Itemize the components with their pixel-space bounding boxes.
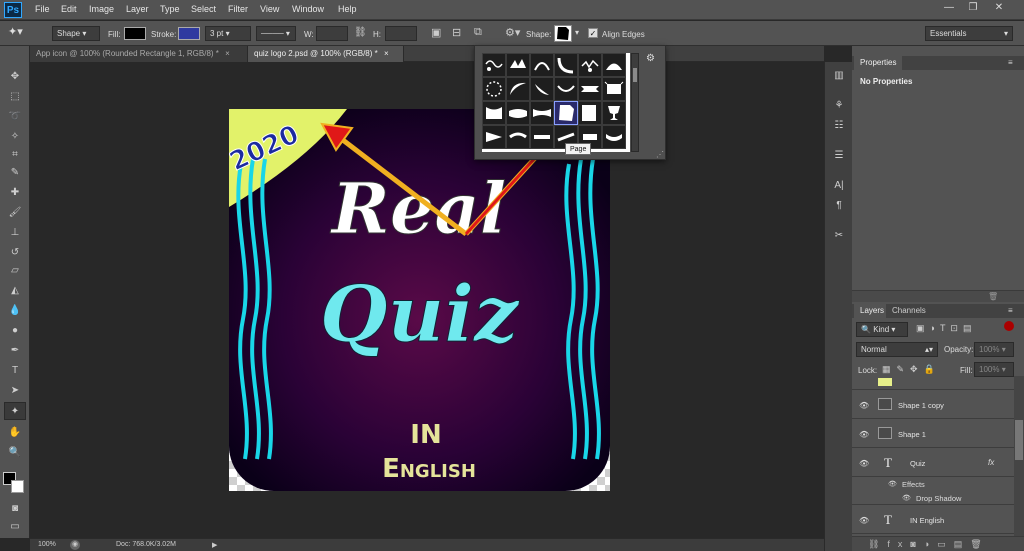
shape-cell[interactable] xyxy=(530,53,554,77)
shape-cell[interactable] xyxy=(602,101,626,125)
layers-scrollbar[interactable] xyxy=(1014,376,1024,536)
layer-name: Quiz xyxy=(910,459,926,468)
resize-grip-icon[interactable]: ⋰ xyxy=(656,150,664,159)
shape-tooltip: Page xyxy=(565,143,592,155)
properties-message: No Properties xyxy=(860,77,913,86)
shape-layer-thumbnail xyxy=(878,427,892,439)
shape-cell[interactable] xyxy=(578,101,602,125)
layer-filter-icons[interactable]: ▣◑T⊡▤ xyxy=(916,323,976,334)
shape-grid xyxy=(482,53,630,152)
layers-footer-icons[interactable]: ⛓fx◙◑▭▤🗑 xyxy=(868,539,990,550)
tool-presets-panel-icon[interactable]: ✂ xyxy=(831,228,847,244)
fx-badge[interactable]: fx xyxy=(988,458,994,467)
tab-properties[interactable]: Properties xyxy=(854,56,903,70)
arrow-to-year xyxy=(333,132,468,236)
actions-panel-icon[interactable]: ⚘ xyxy=(831,98,847,114)
picker-scrollbar[interactable] xyxy=(631,53,639,152)
shape-cell[interactable] xyxy=(554,77,578,101)
shape-cell[interactable] xyxy=(602,53,626,77)
shape-cell[interactable] xyxy=(578,53,602,77)
type-layer-icon: T xyxy=(884,512,892,527)
shape-cell[interactable] xyxy=(482,77,506,101)
properties-trash-icon[interactable]: 🗑 xyxy=(988,292,998,301)
layers-footer: ⛓fx◙◑▭▤🗑 xyxy=(852,536,1024,551)
shape-cell[interactable] xyxy=(482,101,506,125)
layer-row-partial[interactable] xyxy=(852,376,1014,390)
layer-name: Shape 1 copy xyxy=(898,401,944,410)
opacity-label: Opacity: xyxy=(944,345,974,354)
properties-menu-icon[interactable]: ≡ xyxy=(1008,58,1013,67)
drop-shadow-label: Drop Shadow xyxy=(916,494,962,503)
properties-tab-bar: Properties ≡ xyxy=(852,56,1024,70)
effects-row[interactable]: 👁 Effects xyxy=(852,478,1014,491)
shape-layer-thumbnail xyxy=(878,398,892,410)
layers-tab-bar: Layers Channels ≡ xyxy=(852,304,1024,318)
layer-name: Shape 1 xyxy=(898,430,926,439)
shape-cell[interactable] xyxy=(602,125,626,149)
shape-cell[interactable] xyxy=(506,53,530,77)
paragraph-panel-icon[interactable]: ¶ xyxy=(831,198,847,214)
picker-gear-icon[interactable]: ⚙ xyxy=(646,53,655,64)
properties-footer: 🗑 xyxy=(852,290,1024,302)
shape-cell[interactable] xyxy=(506,77,530,101)
tab-channels[interactable]: Channels xyxy=(886,304,932,318)
shape-cell[interactable] xyxy=(482,125,506,149)
effects-eye-icon[interactable]: 👁 xyxy=(888,480,897,488)
history-panel-icon[interactable]: ▥ xyxy=(831,68,847,84)
layer-row-shape-1-copy[interactable]: 👁 Shape 1 copy xyxy=(852,391,1014,419)
status-menu-icon[interactable]: ▶ xyxy=(212,541,217,549)
adjustments-panel-icon[interactable]: ☷ xyxy=(831,118,847,134)
layer-row-quiz[interactable]: 👁 T Quiz fx xyxy=(852,449,1014,477)
fill-label-layers: Fill: xyxy=(960,366,973,375)
effects-label: Effects xyxy=(902,480,925,489)
fill-input[interactable]: 100% ▾ xyxy=(974,362,1014,377)
shape-cell[interactable] xyxy=(530,77,554,101)
shape-cell[interactable] xyxy=(578,77,602,101)
filter-toggle-icon[interactable] xyxy=(1004,321,1014,331)
drop-shadow-eye-icon[interactable]: 👁 xyxy=(902,494,911,502)
lock-icons[interactable]: ▦✎✥🔒 xyxy=(882,364,941,375)
layer-thumbnail xyxy=(878,378,892,386)
drop-shadow-row[interactable]: 👁 Drop Shadow xyxy=(852,492,1014,505)
character-panel-icon[interactable]: A| xyxy=(831,178,847,194)
lock-label: Lock: xyxy=(858,366,878,375)
opacity-input[interactable]: 100% ▾ xyxy=(974,342,1014,357)
shape-cell[interactable] xyxy=(530,125,554,149)
visibility-eye-icon[interactable]: 👁 xyxy=(859,401,869,410)
right-panels: Properties ≡ No Properties 🗑 Layers Chan… xyxy=(852,46,1024,551)
status-info-icon[interactable]: ◉ xyxy=(70,540,80,550)
panel-icon-strip: ▥ ⚘ ☷ ☰ A| ¶ ✂ xyxy=(824,62,852,551)
styles-panel-icon[interactable]: ☰ xyxy=(831,148,847,164)
visibility-eye-icon[interactable]: 👁 xyxy=(859,516,869,525)
layer-row-shape-1[interactable]: 👁 Shape 1 xyxy=(852,420,1014,448)
blend-mode-select[interactable]: Normal ▴▾ xyxy=(856,342,938,357)
layer-name: IN English xyxy=(910,516,945,525)
shape-cell-page[interactable] xyxy=(554,101,578,125)
status-bar: 100% ◉ Doc: 768.0K/3.02M ▶ xyxy=(30,538,824,551)
shape-cell[interactable] xyxy=(506,125,530,149)
shape-cell[interactable] xyxy=(482,53,506,77)
document-size: Doc: 768.0K/3.02M xyxy=(116,541,176,548)
layer-filter-kind-select[interactable]: 🔍 Kind ▾ xyxy=(856,322,908,337)
zoom-level[interactable]: 100% xyxy=(38,541,56,548)
shape-cell[interactable] xyxy=(554,53,578,77)
shape-cell[interactable] xyxy=(506,101,530,125)
visibility-eye-icon[interactable]: 👁 xyxy=(859,430,869,439)
layer-row-in-english[interactable]: 👁 T IN English xyxy=(852,506,1014,534)
tab-layers[interactable]: Layers xyxy=(854,304,891,318)
shape-cell[interactable] xyxy=(530,101,554,125)
layers-menu-icon[interactable]: ≡ xyxy=(1008,306,1013,315)
shape-cell[interactable] xyxy=(602,77,626,101)
type-layer-icon: T xyxy=(884,455,892,470)
visibility-eye-icon[interactable]: 👁 xyxy=(859,459,869,468)
